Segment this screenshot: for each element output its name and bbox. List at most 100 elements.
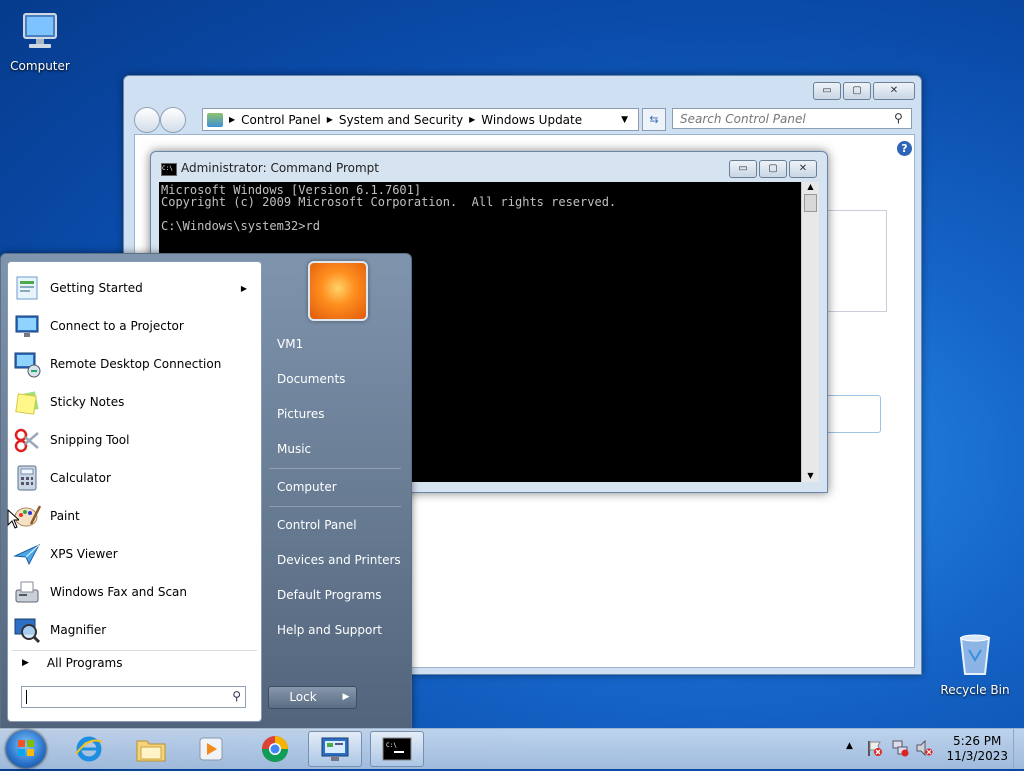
breadcrumb-control-panel[interactable]: Control Panel xyxy=(241,113,321,127)
taskbar-chrome[interactable] xyxy=(248,731,302,767)
help-icon[interactable]: ? xyxy=(897,141,912,156)
separator xyxy=(269,468,401,469)
media-player-icon xyxy=(199,737,223,761)
fax-scan-icon xyxy=(12,577,42,607)
start-link-music[interactable]: Music xyxy=(277,442,311,456)
projector-icon xyxy=(12,311,42,341)
program-sticky-notes[interactable]: Sticky Notes xyxy=(12,384,257,420)
program-magnifier[interactable]: Magnifier xyxy=(12,612,257,648)
scroll-thumb[interactable] xyxy=(804,194,817,212)
close-button[interactable]: ✕ xyxy=(873,82,915,100)
breadcrumb-arrow-icon: ▶ xyxy=(229,115,236,124)
program-remote-desktop[interactable]: Remote Desktop Connection xyxy=(12,346,257,382)
volume-muted-icon[interactable] xyxy=(915,739,933,760)
computer-icon xyxy=(0,10,80,57)
address-bar[interactable]: ▶ Control Panel ▶ System and Security ▶ … xyxy=(202,108,639,131)
start-link-computer[interactable]: Computer xyxy=(277,480,337,494)
program-getting-started[interactable]: Getting Started ▶ xyxy=(12,270,257,306)
program-paint[interactable]: Paint xyxy=(12,498,257,534)
getting-started-icon xyxy=(12,273,42,303)
magnifier-icon xyxy=(12,615,42,645)
start-link-pictures[interactable]: Pictures xyxy=(277,407,325,421)
program-connect-projector[interactable]: Connect to a Projector xyxy=(12,308,257,344)
chevron-down-icon[interactable]: ▼ xyxy=(621,115,628,125)
scroll-down-icon[interactable]: ▼ xyxy=(802,471,819,480)
programs-pane: Getting Started ▶ Connect to a Projector… xyxy=(7,261,262,722)
minimize-button[interactable]: ▭ xyxy=(813,82,841,100)
user-avatar[interactable] xyxy=(308,261,368,321)
text-cursor xyxy=(26,690,27,704)
clock-date: 11/3/2023 xyxy=(946,749,1008,763)
content-box xyxy=(825,395,881,433)
chrome-icon xyxy=(261,736,289,763)
taskbar-control-panel[interactable] xyxy=(308,731,362,767)
program-fax-scan[interactable]: Windows Fax and Scan xyxy=(12,574,257,610)
start-link-control-panel[interactable]: Control Panel xyxy=(277,518,357,532)
network-icon[interactable] xyxy=(891,739,909,760)
start-link-help-support[interactable]: Help and Support xyxy=(277,623,382,637)
back-button[interactable] xyxy=(134,107,160,133)
breadcrumb-arrow-icon: ▶ xyxy=(469,115,476,124)
taskbar: C:\ ▲ 5:26 PM 11/3/2023 xyxy=(0,728,1024,769)
window-title: Administrator: Command Prompt xyxy=(181,161,379,175)
cmd-icon: C:\ xyxy=(161,163,177,176)
desktop-icon-computer[interactable]: Computer xyxy=(0,10,80,73)
desktop-icon-label: Computer xyxy=(10,59,70,73)
control-panel-icon xyxy=(207,112,223,127)
clock-time: 5:26 PM xyxy=(953,734,1002,748)
xps-viewer-icon xyxy=(12,539,42,569)
content-box xyxy=(825,210,887,312)
breadcrumb-windows-update[interactable]: Windows Update xyxy=(481,113,582,127)
folder-icon xyxy=(136,740,166,762)
search-icon[interactable]: ⚲ xyxy=(232,689,241,703)
desktop-icon-label: Recycle Bin xyxy=(940,683,1010,697)
scroll-up-icon[interactable]: ▲ xyxy=(802,182,819,191)
program-xps-viewer[interactable]: XPS Viewer xyxy=(12,536,257,572)
lock-button[interactable]: Lock xyxy=(268,686,338,709)
breadcrumb-system-security[interactable]: System and Security xyxy=(339,113,463,127)
windows-logo-icon xyxy=(18,740,34,756)
mouse-cursor-icon xyxy=(7,508,21,532)
remote-desktop-icon xyxy=(12,349,42,379)
scrollbar[interactable]: ▲ ▼ xyxy=(801,182,819,482)
search-icon[interactable]: ⚲ xyxy=(894,111,903,125)
program-calculator[interactable]: Calculator xyxy=(12,460,257,496)
show-hidden-icons-arrow[interactable]: ▲ xyxy=(846,741,853,751)
desktop-icon-recycle-bin[interactable]: Recycle Bin xyxy=(935,630,1015,697)
minimize-button[interactable]: ▭ xyxy=(729,160,757,178)
start-link-default-programs[interactable]: Default Programs xyxy=(277,588,382,602)
snipping-tool-icon xyxy=(12,425,42,455)
submenu-arrow-icon: ▶ xyxy=(240,283,247,293)
start-link-user[interactable]: VM1 xyxy=(277,337,303,351)
arrow-right-icon: ▶ xyxy=(22,658,29,668)
maximize-button[interactable]: ▢ xyxy=(759,160,787,178)
start-link-documents[interactable]: Documents xyxy=(277,372,345,386)
separator xyxy=(269,506,401,507)
breadcrumb-arrow-icon: ▶ xyxy=(326,115,333,124)
search-input[interactable]: Search Control Panel xyxy=(672,108,912,129)
calculator-icon xyxy=(12,463,42,493)
all-programs-button[interactable]: ▶ All Programs xyxy=(12,650,257,675)
start-search-input[interactable]: ⚲ xyxy=(21,686,246,708)
start-menu[interactable]: Getting Started ▶ Connect to a Projector… xyxy=(0,253,412,730)
control-panel-icon xyxy=(321,737,349,761)
program-snipping-tool[interactable]: Snipping Tool xyxy=(12,422,257,458)
show-desktop-button[interactable] xyxy=(1013,729,1024,769)
sticky-notes-icon xyxy=(12,387,42,417)
shutdown-options-arrow-icon[interactable]: ▶ xyxy=(336,686,357,709)
taskbar-command-prompt[interactable]: C:\ xyxy=(370,731,424,767)
cmd-icon: C:\ xyxy=(382,737,412,761)
close-button[interactable]: ✕ xyxy=(789,160,817,178)
start-link-devices-printers[interactable]: Devices and Printers xyxy=(277,553,401,567)
forward-button[interactable] xyxy=(160,107,186,133)
taskbar-explorer[interactable] xyxy=(124,731,178,767)
taskbar-internet-explorer[interactable] xyxy=(62,731,116,767)
maximize-button[interactable]: ▢ xyxy=(843,82,871,100)
taskbar-media-player[interactable] xyxy=(184,731,238,767)
clock[interactable]: 5:26 PM 11/3/2023 xyxy=(946,734,1008,764)
svg-text:C:\: C:\ xyxy=(386,742,397,749)
start-button[interactable] xyxy=(6,730,46,768)
internet-explorer-icon xyxy=(75,736,103,762)
refresh-icon[interactable]: ⇆ xyxy=(642,108,666,131)
action-center-flag-icon[interactable] xyxy=(866,739,882,760)
